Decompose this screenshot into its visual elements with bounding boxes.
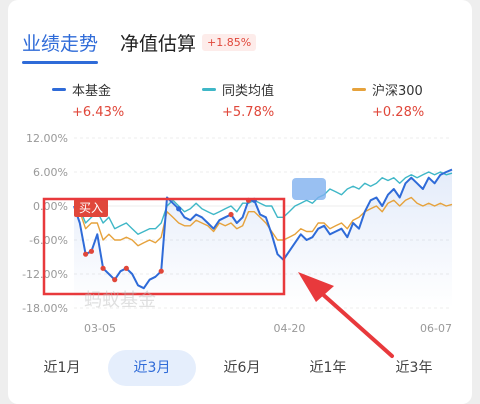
period-6m[interactable]: 近6月 — [206, 350, 278, 386]
x-axis-ticks: 03-05 04-20 06-07 — [84, 322, 452, 335]
y-tick-label: 6.00% — [33, 166, 68, 179]
y-tick-label: 12.00% — [26, 132, 68, 145]
trade-dot — [176, 206, 182, 212]
trade-dot — [228, 211, 234, 218]
x-tick-label: 03-05 — [84, 322, 116, 335]
period-1m[interactable]: 近1月 — [26, 350, 98, 386]
watermark: 蚂蚁基金 — [84, 290, 156, 311]
y-tick-label: -18.00% — [22, 302, 68, 315]
x-tick-label: 06-07 — [420, 322, 452, 335]
performance-chart[interactable]: 12.00%6.00%0.00%-6.00%-12.00%-18.00% 03-… — [0, 0, 480, 404]
period-selector: 近1月 近3月 近6月 近1年 近3年 — [0, 350, 480, 390]
tooltip-bubble — [292, 178, 326, 200]
y-tick-label: -6.00% — [29, 234, 68, 247]
period-1y[interactable]: 近1年 — [292, 350, 364, 386]
trade-dot — [158, 268, 164, 274]
period-3m[interactable]: 近3月 — [108, 350, 196, 386]
trade-dot — [100, 265, 106, 271]
x-tick-label: 04-20 — [273, 322, 305, 335]
period-3y[interactable]: 近3年 — [378, 350, 450, 386]
buy-marker-label: 买入 — [79, 201, 103, 215]
y-tick-label: 0.00% — [33, 200, 68, 213]
trade-dot — [112, 277, 118, 283]
trade-dot — [83, 251, 89, 257]
trade-dot — [123, 265, 129, 271]
trade-dot — [88, 248, 95, 254]
